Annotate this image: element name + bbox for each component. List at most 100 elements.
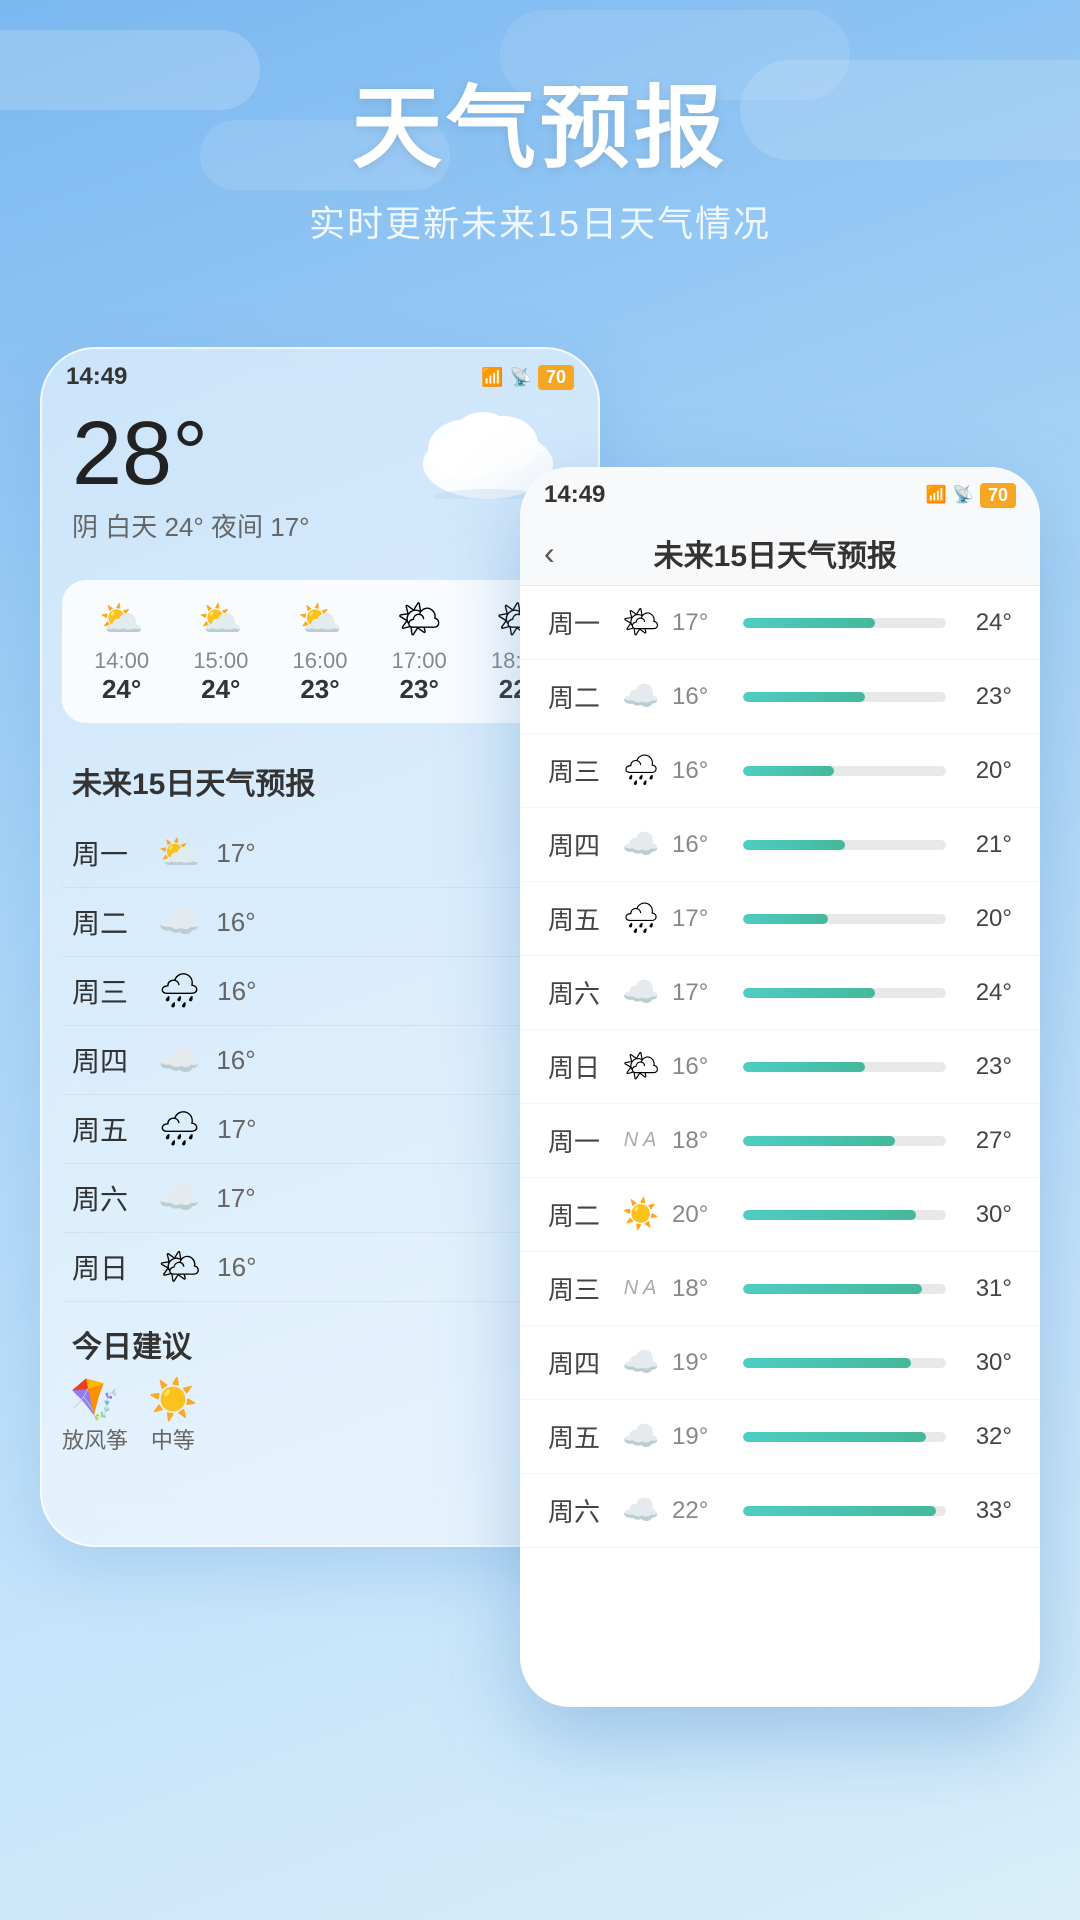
signal-icon-right: 📶 xyxy=(926,485,947,505)
detail-day-10: 周四 xyxy=(548,1344,608,1381)
forecast-day-4: 周五 xyxy=(72,1109,142,1149)
forecast-low-2: 16° xyxy=(217,976,277,1007)
detail-bar-5 xyxy=(743,988,946,998)
suggestion-sun: ☀️ 中等 xyxy=(148,1376,198,1455)
app-title: 天气预报 xyxy=(0,80,1080,179)
status-bar-right: 14:49 📶 📡 70 xyxy=(520,467,1040,517)
detail-icon-9: N A xyxy=(622,1277,658,1300)
weather-desc: 阴 白天 24° 夜间 17° xyxy=(72,507,568,544)
detail-icon-12: ☁️ xyxy=(622,1493,658,1528)
detail-bar-fill-6 xyxy=(743,1062,865,1072)
forecast-row-1: 周二 ☁️ 16° xyxy=(62,888,578,957)
detail-bar-10 xyxy=(743,1358,946,1368)
detail-low-0: 17° xyxy=(672,609,727,637)
detail-low-9: 18° xyxy=(672,1275,727,1303)
detail-bar-12 xyxy=(743,1506,946,1516)
phone-left: 14:49 📶 📡 70 28° 阴 白天 24° 夜间 17° xyxy=(40,347,600,1547)
detail-bar-fill-2 xyxy=(743,766,834,776)
detail-bar-6 xyxy=(743,1062,946,1072)
detail-bar-7 xyxy=(743,1136,946,1146)
detail-bar-fill-10 xyxy=(743,1358,911,1368)
forecast-icon-4: 🌧 xyxy=(158,1109,201,1149)
detail-row-9: 周三 N A 18° 31° xyxy=(520,1252,1040,1326)
forecast-icon-3: ☁️ xyxy=(158,1040,200,1080)
app-subtitle: 实时更新未来15日天气情况 xyxy=(0,195,1080,247)
detail-low-11: 19° xyxy=(672,1423,727,1451)
hourly-item-2: ⛅ 16:00 23° xyxy=(270,598,369,705)
hourly-time-1: 15:00 xyxy=(171,648,270,674)
detail-row-0: 周一 🌤 17° 24° xyxy=(520,586,1040,660)
detail-row-6: 周日 🌤 16° 23° xyxy=(520,1030,1040,1104)
forecast-row-0: 周一 ⛅ 17° xyxy=(62,819,578,888)
detail-bar-fill-0 xyxy=(743,618,875,628)
suggestion-kite: 🪁 放风筝 xyxy=(62,1376,128,1455)
detail-icon-6: 🌤 xyxy=(622,1049,658,1084)
forecast-day-3: 周四 xyxy=(72,1040,142,1080)
detail-low-2: 16° xyxy=(672,757,727,785)
forecast-icon-5: ☁️ xyxy=(158,1178,200,1218)
detail-row-8: 周二 ☀️ 20° 30° xyxy=(520,1178,1040,1252)
detail-icon-8: ☀️ xyxy=(622,1197,658,1232)
detail-row-10: 周四 ☁️ 19° 30° xyxy=(520,1326,1040,1400)
detail-row-11: 周五 ☁️ 19° 32° xyxy=(520,1400,1040,1474)
forecast-low-6: 16° xyxy=(217,1252,277,1283)
detail-icon-10: ☁️ xyxy=(622,1345,658,1380)
detail-high-7: 27° xyxy=(962,1127,1012,1155)
detail-bar-fill-7 xyxy=(743,1136,895,1146)
detail-high-9: 31° xyxy=(962,1275,1012,1303)
detail-bar-fill-11 xyxy=(743,1432,926,1442)
hourly-icon-2: ⛅ xyxy=(270,598,369,640)
hourly-item-1: ⛅ 15:00 24° xyxy=(171,598,270,705)
detail-high-1: 23° xyxy=(962,683,1012,711)
detail-day-2: 周三 xyxy=(548,752,608,789)
detail-icon-3: ☁️ xyxy=(622,827,658,862)
detail-row-3: 周四 ☁️ 16° 21° xyxy=(520,808,1040,882)
detail-icon-0: 🌤 xyxy=(622,605,658,640)
detail-high-8: 30° xyxy=(962,1201,1012,1229)
forecast-section-left: 未来15日天气预报 周一 ⛅ 17° 周二 ☁️ 16° 周三 🌧 16° 周四… xyxy=(62,739,578,1302)
hourly-temp-0: 24° xyxy=(72,674,171,705)
hourly-time-3: 17:00 xyxy=(370,648,469,674)
detail-icon-5: ☁️ xyxy=(622,975,658,1010)
detail-icon-11: ☁️ xyxy=(622,1419,658,1454)
back-button[interactable]: ‹ xyxy=(544,535,555,572)
detail-title: 未来15日天气预报 xyxy=(575,531,976,575)
forecast-low-1: 16° xyxy=(216,907,276,938)
forecast-day-1: 周二 xyxy=(72,902,142,942)
detail-row-5: 周六 ☁️ 17° 24° xyxy=(520,956,1040,1030)
detail-day-1: 周二 xyxy=(548,678,608,715)
detail-bar-8 xyxy=(743,1210,946,1220)
forecast-icon-2: 🌧 xyxy=(158,971,201,1011)
detail-high-5: 24° xyxy=(962,979,1012,1007)
forecast-row-5: 周六 ☁️ 17° xyxy=(62,1164,578,1233)
detail-high-2: 20° xyxy=(962,757,1012,785)
detail-day-3: 周四 xyxy=(548,826,608,863)
detail-high-3: 21° xyxy=(962,831,1012,859)
time-left: 14:49 xyxy=(66,363,127,391)
current-weather: 28° 阴 白天 24° 夜间 17° xyxy=(42,399,598,564)
battery-left: 70 xyxy=(538,365,574,390)
forecast-low-4: 17° xyxy=(217,1114,277,1145)
detail-bar-1 xyxy=(743,692,946,702)
suggestion-items: 🪁 放风筝 ☀️ 中等 xyxy=(42,1376,598,1455)
detail-icon-7: N A xyxy=(622,1129,658,1152)
forecast-title-left: 未来15日天气预报 xyxy=(62,739,578,819)
detail-day-9: 周三 xyxy=(548,1270,608,1307)
hourly-icon-0: ⛅ xyxy=(72,598,171,640)
phone-right: 14:49 📶 📡 70 ‹ 未来15日天气预报 周一 🌤 17° 24° xyxy=(520,467,1040,1707)
detail-low-1: 16° xyxy=(672,683,727,711)
forecast-low-5: 17° xyxy=(216,1183,276,1214)
wifi-icon: 📡 xyxy=(510,367,532,388)
detail-header: ‹ 未来15日天气预报 xyxy=(520,517,1040,586)
detail-bar-9 xyxy=(743,1284,946,1294)
detail-row-7: 周一 N A 18° 27° xyxy=(520,1104,1040,1178)
forecast-icon-6: 🌤 xyxy=(158,1247,201,1287)
detail-low-3: 16° xyxy=(672,831,727,859)
wifi-icon-right: 📡 xyxy=(953,485,974,505)
detail-bar-fill-4 xyxy=(743,914,828,924)
detail-low-6: 16° xyxy=(672,1053,727,1081)
detail-bar-fill-9 xyxy=(743,1284,922,1294)
detail-low-8: 20° xyxy=(672,1201,727,1229)
detail-bar-0 xyxy=(743,618,946,628)
hourly-item-0: ⛅ 14:00 24° xyxy=(72,598,171,705)
